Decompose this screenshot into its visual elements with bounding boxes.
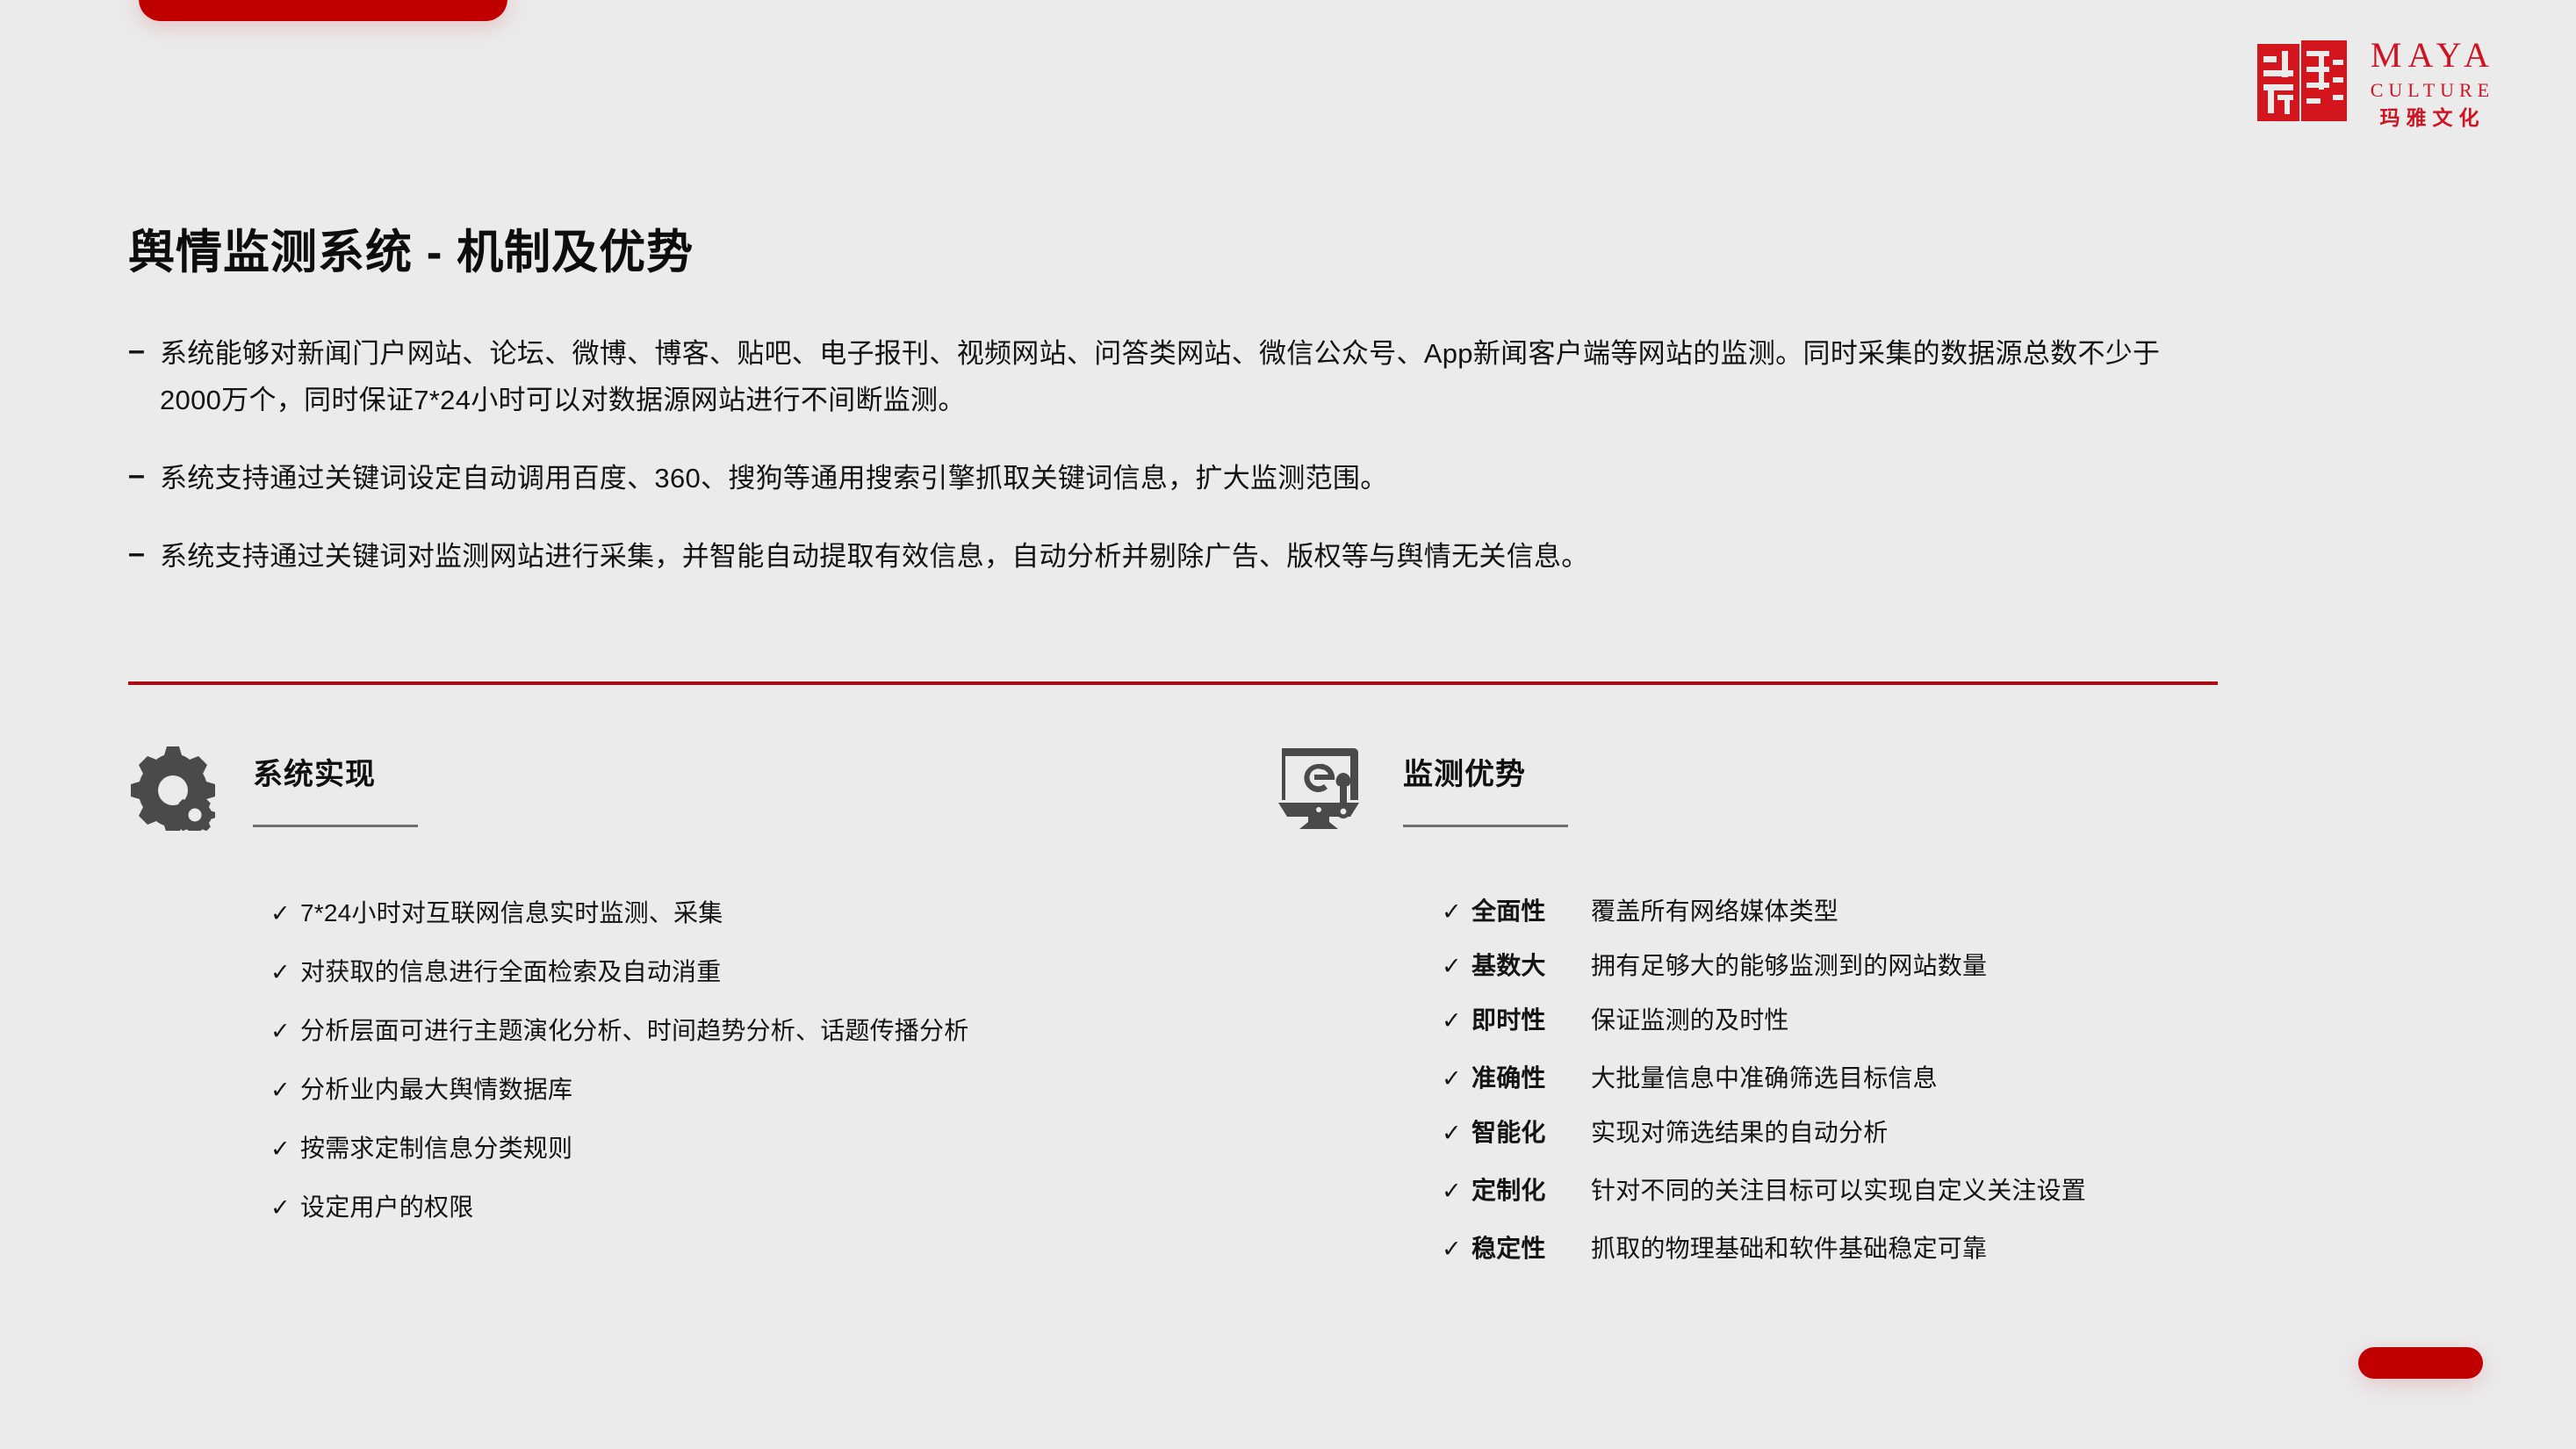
- brand-subtitle-en: CULTURE: [2370, 78, 2495, 101]
- check-icon: ✓: [270, 1135, 291, 1162]
- list-item: ✓ 准确性 大批量信息中准确筛选目标信息: [1442, 1059, 2446, 1094]
- list-item-term: 定制化: [1471, 1177, 1546, 1204]
- check-icon: ✓: [270, 959, 291, 985]
- page-title: 舆情监测系统 - 机制及优势: [128, 227, 694, 278]
- brand-logo: MAYA CULTURE 玛雅文化: [2256, 37, 2495, 128]
- bullet-list: – 系统能够对新闻门户网站、论坛、微博、博客、贴吧、电子报刊、视频网站、问答类网…: [128, 330, 2235, 611]
- check-icon: ✓: [1442, 1178, 1462, 1204]
- column-monitoring-advantages: 监测优势 ✓ 全面性 覆盖所有网络媒体类型 ✓ 基数大 拥有足够大的能够监测到的…: [1278, 743, 2446, 1284]
- bullet-text: 系统能够对新闻门户网站、论坛、微博、博客、贴吧、电子报刊、视频网站、问答类网站、…: [160, 338, 2161, 415]
- maya-seal-icon: [2256, 37, 2349, 128]
- column-header: 监测优势: [1278, 743, 2446, 850]
- list-item: ✓ 按需求定制信息分类规则: [270, 1129, 1278, 1164]
- list-item-term: 稳定性: [1471, 1235, 1546, 1262]
- list-item-term: 智能化: [1471, 1119, 1546, 1146]
- list-item: ✓ 定制化 针对不同的关注目标可以实现自定义关注设置: [1442, 1171, 2446, 1207]
- decorative-bar-bottom: [2358, 1347, 2483, 1379]
- column-heading-block: 监测优势: [1403, 743, 1568, 827]
- list-item-term: 全面性: [1471, 898, 1546, 925]
- column-heading-block: 系统实现: [253, 743, 418, 827]
- list-item: ✓ 7*24小时对互联网信息实时监测、采集: [270, 894, 1278, 929]
- list-item: ✓ 基数大 拥有足够大的能够监测到的网站数量: [1442, 947, 2446, 982]
- list-item-description: 保证监测的及时性: [1591, 1006, 1789, 1034]
- list-item: ✓ 设定用户的权限: [270, 1188, 1278, 1223]
- list-item: ✓ 全面性 覆盖所有网络媒体类型: [1442, 892, 2446, 927]
- check-icon: ✓: [270, 1018, 291, 1044]
- brand-name-en: MAYA: [2370, 34, 2495, 75]
- gears-icon: [128, 743, 219, 836]
- check-icon: ✓: [1442, 898, 1462, 925]
- list-item-term: 即时性: [1471, 1006, 1546, 1034]
- column-title: 监测优势: [1403, 758, 1526, 791]
- brand-name-cn: 玛雅文化: [2379, 105, 2486, 129]
- list-item-description: 大批量信息中准确筛选目标信息: [1591, 1064, 1938, 1092]
- decorative-bar-top: [139, 0, 507, 21]
- column-header: 系统实现: [128, 743, 1278, 850]
- feature-columns: 系统实现 ✓ 7*24小时对互联网信息实时监测、采集 ✓ 对获取的信息进行全面检…: [128, 743, 2446, 1284]
- list-item-term: 准确性: [1471, 1064, 1546, 1092]
- brand-wordmark: MAYA CULTURE 玛雅文化: [2364, 34, 2495, 129]
- check-icon: ✓: [1442, 1065, 1462, 1092]
- bullet-marker: –: [128, 334, 145, 367]
- list-item-label: 按需求定制信息分类规则: [300, 1135, 573, 1162]
- bullet-marker: –: [128, 537, 145, 570]
- list-item-description: 拥有足够大的能够监测到的网站数量: [1591, 952, 1988, 979]
- list-item-description: 抓取的物理基础和软件基础稳定可靠: [1591, 1235, 1988, 1262]
- check-icon: ✓: [270, 1077, 291, 1103]
- bullet-item: – 系统支持通过关键词对监测网站进行采集，并智能自动提取有效信息，自动分析并剔除…: [128, 533, 2235, 580]
- bullet-item: – 系统能够对新闻门户网站、论坛、微博、博客、贴吧、电子报刊、视频网站、问答类网…: [128, 330, 2235, 423]
- list-item: ✓ 分析层面可进行主题演化分析、时间趋势分析、话题传播分析: [270, 1012, 1278, 1047]
- column-system-implementation: 系统实现 ✓ 7*24小时对互联网信息实时监测、采集 ✓ 对获取的信息进行全面检…: [128, 743, 1278, 1284]
- check-icon: ✓: [1442, 1236, 1462, 1262]
- list-item-label: 分析层面可进行主题演化分析、时间趋势分析、话题传播分析: [300, 1017, 969, 1044]
- list-item: ✓ 稳定性 抓取的物理基础和软件基础稳定可靠: [1442, 1229, 2446, 1265]
- bullet-text: 系统支持通过关键词设定自动调用百度、360、搜狗等通用搜索引擎抓取关键词信息，扩…: [160, 463, 1388, 494]
- bullet-text: 系统支持通过关键词对监测网站进行采集，并智能自动提取有效信息，自动分析并剔除广告…: [160, 541, 1589, 572]
- bullet-item: – 系统支持通过关键词设定自动调用百度、360、搜狗等通用搜索引擎抓取关键词信息…: [128, 455, 2235, 501]
- list-item-label: 7*24小时对互联网信息实时监测、采集: [300, 899, 723, 926]
- list-item-description: 针对不同的关注目标可以实现自定义关注设置: [1591, 1177, 2087, 1204]
- check-icon: ✓: [1442, 1120, 1462, 1146]
- system-implementation-list: ✓ 7*24小时对互联网信息实时监测、采集 ✓ 对获取的信息进行全面检索及自动消…: [128, 894, 1278, 1247]
- check-icon: ✓: [1442, 953, 1462, 979]
- list-item-label: 分析业内最大舆情数据库: [300, 1076, 573, 1103]
- list-item-term: 基数大: [1471, 952, 1546, 979]
- list-item-description: 实现对筛选结果的自动分析: [1591, 1119, 1889, 1146]
- monitoring-advantages-list: ✓ 全面性 覆盖所有网络媒体类型 ✓ 基数大 拥有足够大的能够监测到的网站数量 …: [1278, 892, 2446, 1284]
- list-item: ✓ 对获取的信息进行全面检索及自动消重: [270, 953, 1278, 988]
- list-item: ✓ 分析业内最大舆情数据库: [270, 1071, 1278, 1106]
- check-icon: ✓: [270, 900, 291, 926]
- list-item: ✓ 智能化 实现对筛选结果的自动分析: [1442, 1114, 2446, 1149]
- list-item-description: 覆盖所有网络媒体类型: [1591, 898, 1839, 925]
- column-title-underline: [1403, 825, 1568, 827]
- column-title-underline: [253, 825, 418, 827]
- bullet-marker: –: [128, 458, 145, 492]
- check-icon: ✓: [270, 1194, 291, 1221]
- list-item-label: 对获取的信息进行全面检索及自动消重: [300, 958, 722, 985]
- monitor-wrench-icon: [1278, 743, 1370, 831]
- check-icon: ✓: [1442, 1007, 1462, 1034]
- list-item: ✓ 即时性 保证监测的及时性: [1442, 1001, 2446, 1036]
- list-item-label: 设定用户的权限: [300, 1193, 474, 1221]
- section-divider: [128, 681, 2218, 685]
- column-title: 系统实现: [253, 758, 376, 791]
